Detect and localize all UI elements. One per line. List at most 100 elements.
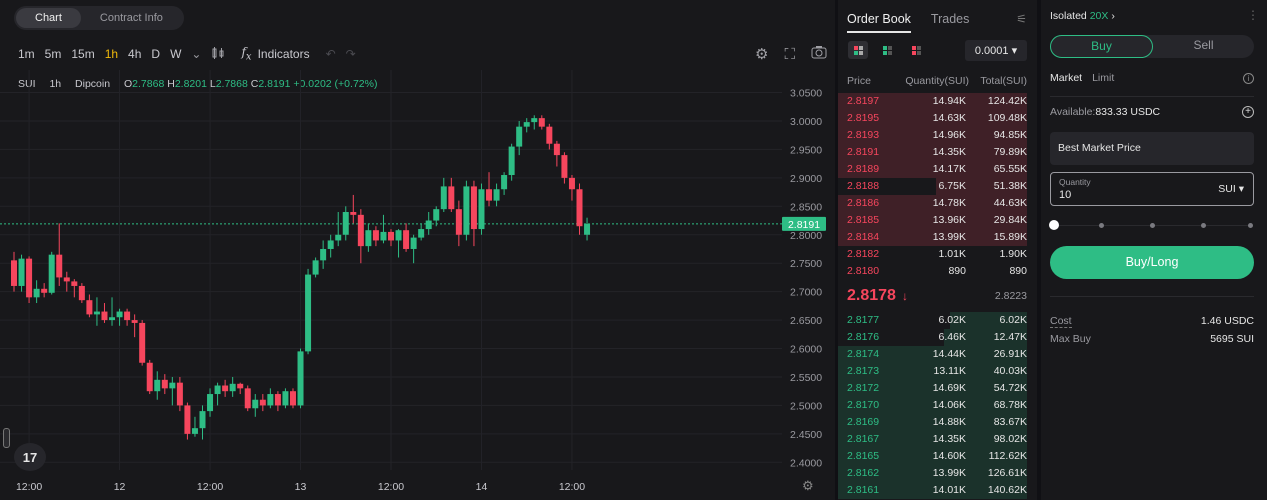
row-total: 98.02K <box>993 433 1027 445</box>
precision-select[interactable]: 0.0001 ▾ <box>965 40 1027 61</box>
quantity-unit-select[interactable]: SUI ▾ <box>1218 183 1244 195</box>
axis-settings-icon[interactable]: ⚙ <box>802 478 814 494</box>
slider-mark-100[interactable] <box>1248 223 1253 228</box>
row-total: 44.63K <box>993 197 1027 209</box>
timeframe-5m[interactable]: 5m <box>45 47 62 61</box>
timeframe-4h[interactable]: 4h <box>128 47 141 61</box>
ask-row[interactable]: 2.8189 14.17K 65.55K <box>838 161 1037 178</box>
ask-row[interactable]: 2.8193 14.96K 94.85K <box>838 127 1037 144</box>
sliders-icon[interactable]: ⚟ <box>1016 12 1027 26</box>
order-book-panel: Order Book Trades ⚟ 0.0001 ▾ Price Quant… <box>838 0 1037 500</box>
candle-body <box>576 189 583 227</box>
buy-tab[interactable]: Buy <box>1050 35 1153 58</box>
view-asks-icon[interactable] <box>906 41 926 59</box>
slider-mark-75[interactable] <box>1201 223 1206 228</box>
candle-body <box>169 382 176 389</box>
view-both-icon[interactable] <box>848 41 868 59</box>
row-total: 94.85K <box>993 129 1027 141</box>
price-field[interactable]: Best Market Price <box>1050 132 1254 165</box>
bid-row[interactable]: 2.8172 14.69K 54.72K <box>838 380 1037 397</box>
bid-row[interactable]: 2.8167 14.35K 98.02K <box>838 431 1037 448</box>
tab-chart[interactable]: Chart <box>16 8 81 28</box>
tab-contract-info[interactable]: Contract Info <box>81 8 182 28</box>
candle-body <box>335 234 342 241</box>
candle-type-icon[interactable] <box>211 46 225 63</box>
slider-mark-50[interactable] <box>1150 223 1155 228</box>
candle-body <box>463 186 470 235</box>
ask-row[interactable]: 2.8195 14.63K 109.48K <box>838 110 1037 127</box>
chart-tools-right: ⚙ ⛶ <box>739 45 827 63</box>
candle-body <box>380 231 387 241</box>
ask-row[interactable]: 2.8184 13.99K 15.89K <box>838 229 1037 246</box>
timeframe-1h[interactable]: 1h <box>105 47 118 61</box>
bid-row[interactable]: 2.8176 6.46K 12.47K <box>838 329 1037 346</box>
row-quantity: 14.94K <box>932 95 966 107</box>
quantity-value[interactable]: 10 <box>1059 189 1071 201</box>
chevron-right-icon: › <box>1111 10 1115 22</box>
bid-row[interactable]: 2.8162 13.99K 126.61K <box>838 465 1037 482</box>
settings-icon[interactable]: ⚙ <box>755 45 768 63</box>
ask-row[interactable]: 2.8191 14.35K 79.89K <box>838 144 1037 161</box>
candle-body <box>320 248 327 261</box>
add-funds-icon[interactable]: + <box>1242 106 1254 118</box>
bid-row[interactable]: 2.8174 14.44K 26.91K <box>838 346 1037 363</box>
ask-row[interactable]: 2.8188 6.75K 51.38K <box>838 178 1037 195</box>
redo-icon[interactable]: ↷ <box>346 47 356 61</box>
row-quantity: 14.96K <box>932 129 966 141</box>
bid-row[interactable]: 2.8177 6.02K 6.02K <box>838 312 1037 329</box>
sell-tab[interactable]: Sell <box>1153 35 1254 58</box>
x-tick-label: 13 <box>295 481 307 493</box>
row-price: 2.8169 <box>847 416 880 428</box>
chart-scroll-handle[interactable] <box>3 428 10 448</box>
ask-row[interactable]: 2.8186 14.78K 44.63K <box>838 195 1037 212</box>
candle-body <box>486 189 493 201</box>
indicators-button[interactable]: fx Indicators <box>241 45 309 62</box>
timeframe-1m[interactable]: 1m <box>18 47 35 61</box>
ask-row[interactable]: 2.8180 890 890 <box>838 263 1037 280</box>
timeframe-15m[interactable]: 15m <box>71 47 94 61</box>
info-icon[interactable]: i <box>1243 72 1254 84</box>
timeframe-w[interactable]: W <box>170 47 181 61</box>
camera-icon[interactable] <box>811 45 827 63</box>
margin-mode-label: Isolated <box>1050 10 1087 22</box>
amount-slider[interactable] <box>1049 220 1254 231</box>
undo-icon[interactable]: ↶ <box>326 47 336 61</box>
row-price: 2.8186 <box>847 197 880 209</box>
candle-body <box>440 186 447 210</box>
buy-long-button[interactable]: Buy/Long <box>1050 246 1254 279</box>
bid-row[interactable]: 2.8169 14.88K 83.67K <box>838 414 1037 431</box>
timeframe-d[interactable]: D <box>151 47 160 61</box>
slider-knob[interactable] <box>1049 220 1059 230</box>
quantity-field[interactable]: Quantity 10 SUI ▾ <box>1050 172 1254 206</box>
order-type-limit[interactable]: Limit <box>1092 72 1114 84</box>
row-total: 68.78K <box>993 399 1027 411</box>
candle-body <box>546 126 553 144</box>
tab-order-book[interactable]: Order Book <box>847 12 911 26</box>
bid-row[interactable]: 2.8165 14.60K 112.62K <box>838 448 1037 465</box>
view-bids-icon[interactable] <box>877 41 897 59</box>
ask-row[interactable]: 2.8182 1.01K 1.90K <box>838 246 1037 263</box>
order-type-market[interactable]: Market <box>1050 72 1082 84</box>
candle-body <box>161 379 168 389</box>
row-total: 51.38K <box>993 180 1027 192</box>
row-quantity: 6.02K <box>938 314 966 326</box>
chevron-down-icon[interactable]: ⌄ <box>191 47 201 61</box>
ask-row[interactable]: 2.8197 14.94K 124.42K <box>838 93 1037 110</box>
tab-trades[interactable]: Trades <box>931 12 969 26</box>
price-chart[interactable]: 3.0500 3.0000 2.9500 2.9000 2.8500 2.8000 2.75… <box>0 70 835 500</box>
bid-row[interactable]: 2.8170 14.06K 68.78K <box>838 397 1037 414</box>
fullscreen-icon[interactable]: ⛶ <box>784 46 795 63</box>
arrow-down-icon: ↓ <box>901 289 908 303</box>
max-buy-value: 5695 SUI <box>1210 333 1254 345</box>
slider-mark-25[interactable] <box>1099 223 1104 228</box>
candle-body <box>501 175 508 190</box>
margin-mode-selector[interactable]: Isolated 20X › <box>1050 10 1115 22</box>
bid-row[interactable]: 2.8161 14.01K 140.62K <box>838 482 1037 499</box>
candle-body <box>199 411 206 429</box>
row-total: 6.02K <box>999 314 1027 326</box>
drag-handle-icon[interactable]: ⋮ <box>1247 8 1259 22</box>
candle-body <box>350 212 357 215</box>
candle-body <box>433 209 440 221</box>
bid-row[interactable]: 2.8173 13.11K 40.03K <box>838 363 1037 380</box>
ask-row[interactable]: 2.8185 13.96K 29.84K <box>838 212 1037 229</box>
